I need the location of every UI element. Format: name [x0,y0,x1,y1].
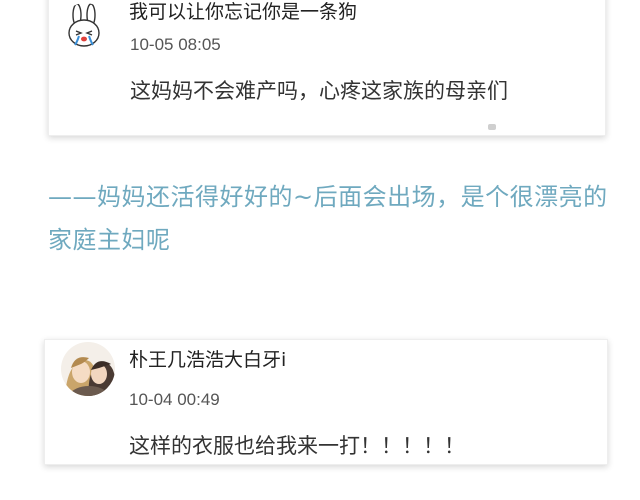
comment-username[interactable]: 朴王几浩浩大白牙i [129,345,286,372]
comment-timestamp: 10-04 00:49 [129,390,220,409]
comment-card: 我可以让你忘记你是一条狗 10-05 08:05 这妈妈不会难产吗，心疼这家族的… [48,0,606,136]
author-reply-text: ——妈妈还活得好好的~后面会出场，是个很漂亮的家庭主妇呢 [48,183,608,254]
avatar[interactable] [61,342,115,396]
avatar[interactable] [61,3,109,51]
comment-text: 这样的衣服也给我来一打！！！！！ [129,434,465,458]
anime-couple-avatar-icon [61,342,115,396]
comment-timestamp: 10-05 08:05 [130,35,221,54]
divider-mark [488,124,496,130]
rabbit-crying-avatar-icon [68,3,100,47]
comment-text: 这妈妈不会难产吗，心疼这家族的母亲们 [130,79,508,103]
comment-card: 朴王几浩浩大白牙i 10-04 00:49 这样的衣服也给我来一打！！！！！ [44,339,608,465]
comment-username[interactable]: 我可以让你忘记你是一条狗 [129,0,357,24]
